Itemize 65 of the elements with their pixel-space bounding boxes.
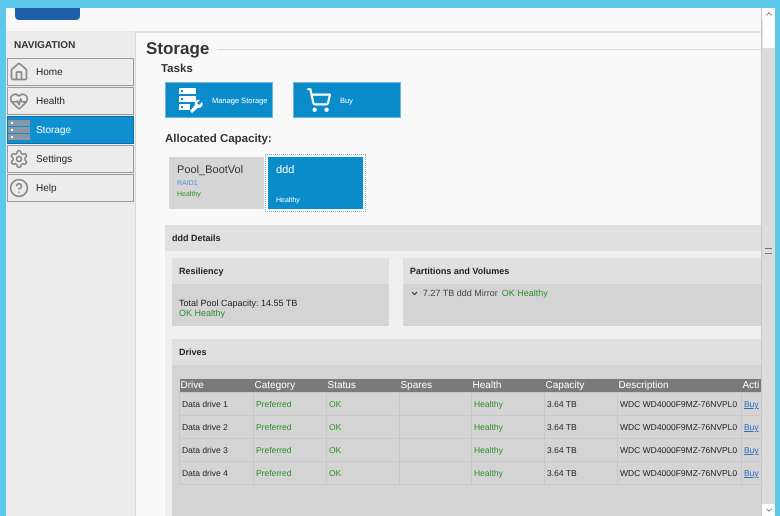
heart-pulse-icon xyxy=(9,91,29,111)
page-title: Storage xyxy=(146,39,210,59)
table-cell: OK xyxy=(326,462,400,484)
vertical-scrollbar[interactable] xyxy=(761,8,775,516)
table-cell: Healthy xyxy=(472,392,544,416)
table-cell: Data drive 4 xyxy=(180,462,254,484)
table-cell: OK xyxy=(326,416,400,438)
table-cell: Preferred xyxy=(254,392,326,416)
table-cell: Data drive 2 xyxy=(180,416,254,438)
panel-title: Partitions and Volumes xyxy=(402,258,761,284)
nav-item[interactable]: Health xyxy=(7,87,134,115)
nav-item[interactable]: Settings xyxy=(7,145,134,173)
server-wrench-icon xyxy=(178,87,204,113)
buy-link[interactable]: Buy xyxy=(744,468,759,478)
allocated-heading: Allocated Capacity: xyxy=(165,133,272,145)
pool-name: Pool_BootVol xyxy=(177,164,244,176)
volume-label: 7.27 TB ddd Mirror xyxy=(422,288,498,298)
table-cell: WDC WD4000F9MZ-76NVPL0 xyxy=(618,392,742,416)
table-cell: Healthy xyxy=(472,416,544,438)
table-cell: WDC WD4000F9MZ-76NVPL0 xyxy=(618,416,742,438)
details-title: ddd Details xyxy=(165,225,761,251)
pool-capacity: Total Pool Capacity: 14.55 TB xyxy=(179,298,298,308)
help-icon xyxy=(9,178,29,198)
table-cell: 3.64 TB xyxy=(544,416,618,438)
column-header: Status xyxy=(326,379,400,392)
pool-health: OK Healthy xyxy=(179,308,226,318)
table-cell: OK xyxy=(326,438,400,462)
nav-item[interactable]: Storage xyxy=(7,116,134,144)
table-cell: Preferred xyxy=(254,438,326,462)
table-cell: 3.64 TB xyxy=(544,438,618,462)
column-header: Category xyxy=(254,379,326,392)
tasks-heading: Tasks xyxy=(161,63,193,75)
table-cell: WDC WD4000F9MZ-76NVPL0 xyxy=(618,438,742,462)
table-cell: Preferred xyxy=(254,416,326,438)
volume-status: OK Healthy xyxy=(502,288,548,298)
settings-icon xyxy=(9,149,29,169)
buy-link[interactable]: Buy xyxy=(744,422,759,432)
server-icon xyxy=(8,119,30,141)
buy-link[interactable]: Buy xyxy=(744,399,759,409)
column-header: Description xyxy=(618,379,742,392)
house-icon xyxy=(9,62,29,82)
nav-item[interactable]: Home xyxy=(7,58,134,86)
column-header: Capacity xyxy=(544,379,618,392)
scroll-thumb[interactable] xyxy=(762,20,774,48)
table-cell: WDC WD4000F9MZ-76NVPL0 xyxy=(618,462,742,484)
table-cell: OK xyxy=(326,392,400,416)
logo xyxy=(15,8,80,20)
cart-icon xyxy=(306,87,332,113)
nav-item[interactable]: Help xyxy=(7,174,134,202)
table-cell: Preferred xyxy=(254,462,326,484)
panel-title: Resiliency xyxy=(172,258,389,284)
scroll-grip-icon xyxy=(765,248,772,254)
table-cell: Healthy xyxy=(472,438,544,462)
column-header: Spares xyxy=(400,379,472,392)
panel-title: Drives xyxy=(172,339,761,365)
table-cell: Healthy xyxy=(472,462,544,484)
column-header: Health xyxy=(472,379,544,392)
table-cell: Data drive 1 xyxy=(180,392,254,416)
navigation-title: NAVIGATION xyxy=(13,38,76,52)
buy-link[interactable]: Buy xyxy=(744,445,759,455)
pool-name: ddd xyxy=(276,164,296,176)
table-cell: 3.64 TB xyxy=(544,392,618,416)
column-header: Drive xyxy=(180,379,254,392)
table-cell: 3.64 TB xyxy=(544,462,618,484)
table-cell: Data drive 3 xyxy=(180,438,254,462)
